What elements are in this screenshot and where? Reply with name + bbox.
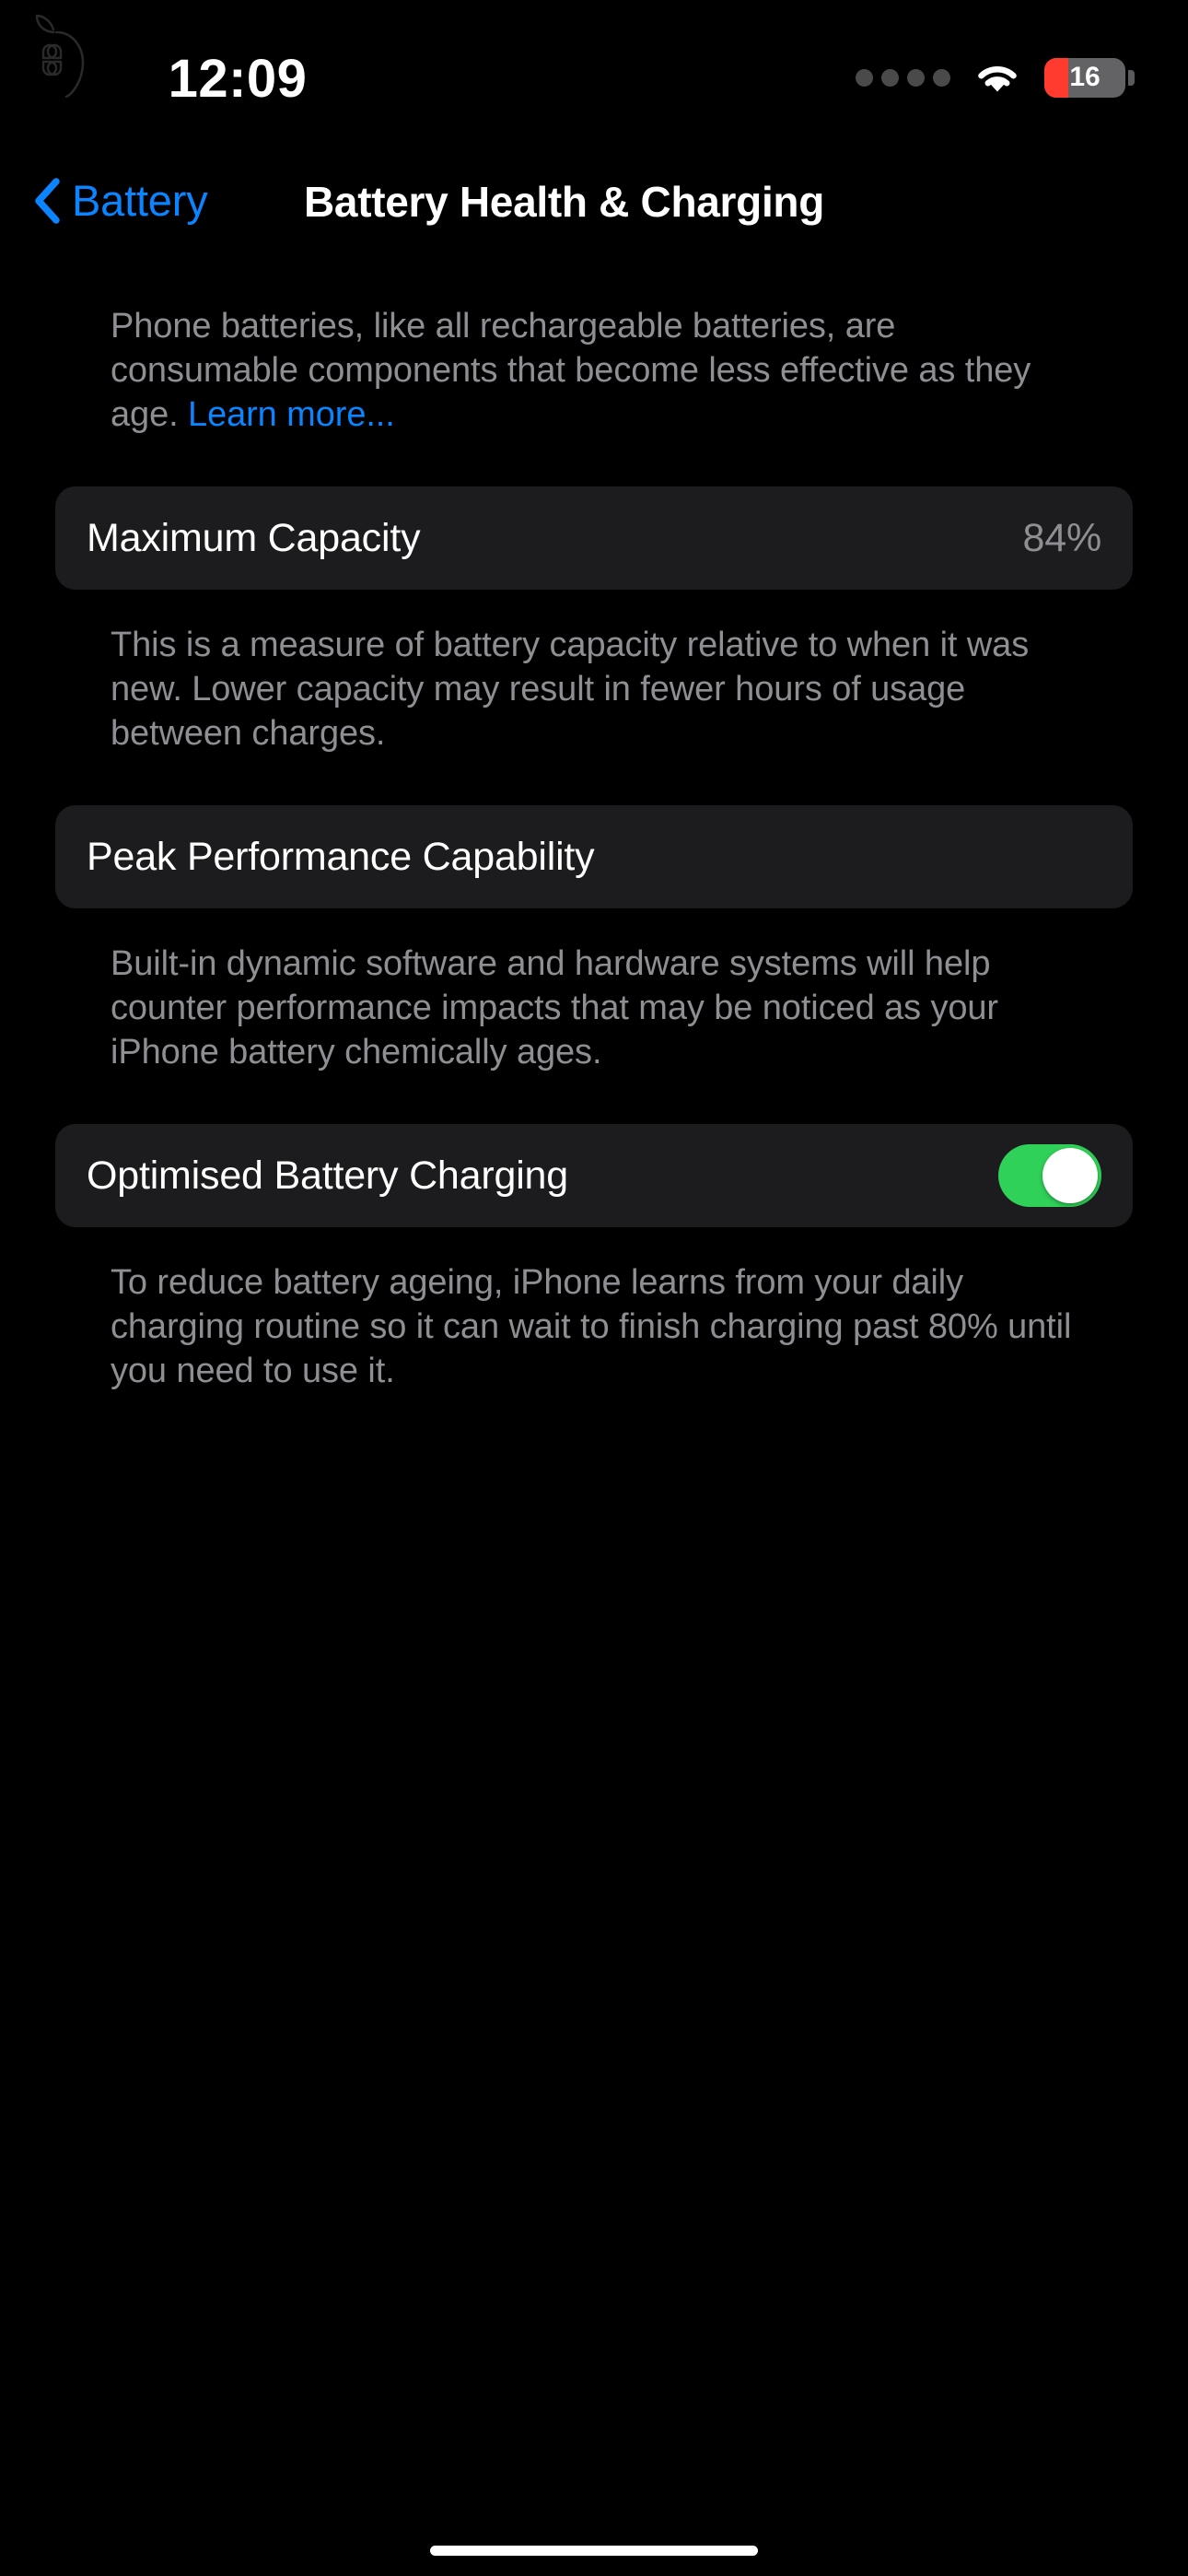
wifi-icon (971, 58, 1024, 97)
maximum-capacity-value: 84% (1022, 515, 1102, 560)
page-title: Battery Health & Charging (304, 178, 825, 226)
settings-content: Phone batteries, like all rechargeable b… (0, 304, 1188, 1393)
status-time: 12:09 (168, 49, 308, 109)
status-indicators: 16 (856, 55, 1135, 100)
maximum-capacity-label: Maximum Capacity (87, 515, 421, 560)
battery-icon: 16 (1044, 57, 1135, 98)
row-peak-performance-capability[interactable]: Peak Performance Capability (55, 805, 1133, 908)
battery-level: 16 (1069, 62, 1101, 92)
status-bar: 12:09 16 (0, 0, 1188, 138)
iphone-settings-screen: 12:09 16 Battery Battery Health & Chargi… (0, 0, 1188, 2576)
chevron-left-icon (33, 177, 61, 224)
learn-more-link[interactable]: Learn more... (188, 395, 395, 434)
optimised-battery-charging-toggle[interactable] (998, 1144, 1101, 1207)
optimised-battery-charging-label: Optimised Battery Charging (87, 1153, 568, 1198)
navigation-bar: Battery Battery Health & Charging (0, 164, 1188, 265)
battery-tip (1128, 69, 1135, 86)
intro-paragraph: Phone batteries, like all rechargeable b… (0, 304, 1188, 437)
back-button[interactable]: Battery (33, 175, 208, 226)
peak-performance-label: Peak Performance Capability (87, 834, 595, 879)
row-maximum-capacity[interactable]: Maximum Capacity 84% (55, 486, 1133, 590)
maximum-capacity-footer: This is a measure of battery capacity re… (111, 626, 1030, 753)
home-indicator[interactable] (430, 2546, 758, 2556)
cellular-dots-icon (856, 68, 950, 87)
battery-fill (1044, 57, 1069, 98)
toggle-knob (1042, 1148, 1098, 1203)
peak-performance-footer: Built-in dynamic software and hardware s… (111, 944, 998, 1071)
optimised-battery-charging-footer: To reduce battery ageing, iPhone learns … (111, 1263, 1072, 1390)
row-optimised-battery-charging[interactable]: Optimised Battery Charging (55, 1124, 1133, 1227)
back-button-label: Battery (72, 176, 208, 225)
